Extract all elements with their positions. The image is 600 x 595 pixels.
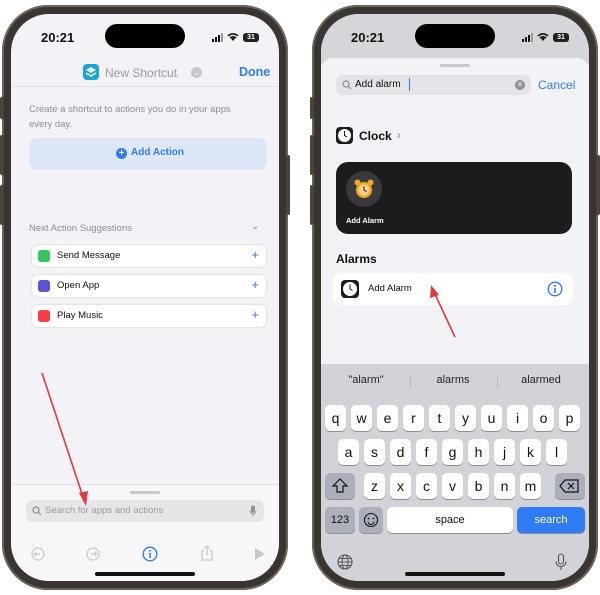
annotation-arrow-right [433, 291, 456, 338]
annotation-overlay [41, 285, 456, 506]
annotation-arrow-left [41, 372, 85, 501]
annotation-arrowhead-left [79, 491, 88, 506]
annotation-arrowhead-right [430, 285, 439, 298]
